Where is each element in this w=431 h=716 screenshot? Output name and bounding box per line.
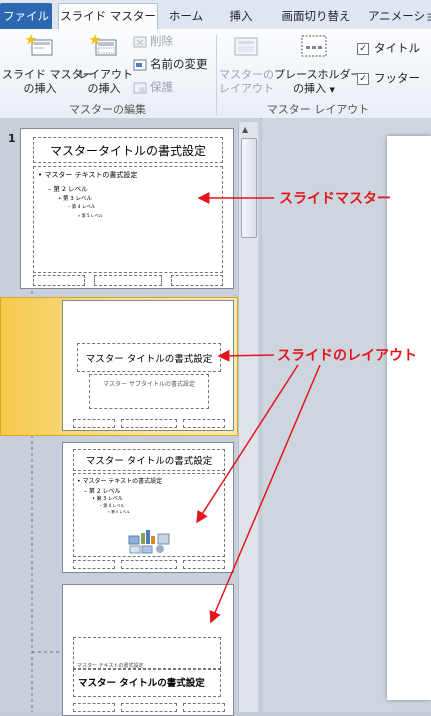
annotation-slide-master: スライドマスター (279, 191, 391, 207)
annotation-slide-layout: スライドのレイアウト (277, 348, 417, 364)
arrow-to-title-layout (217, 349, 275, 362)
arrow-to-section-layout (209, 364, 321, 624)
arrow-to-content-layout (196, 364, 299, 524)
